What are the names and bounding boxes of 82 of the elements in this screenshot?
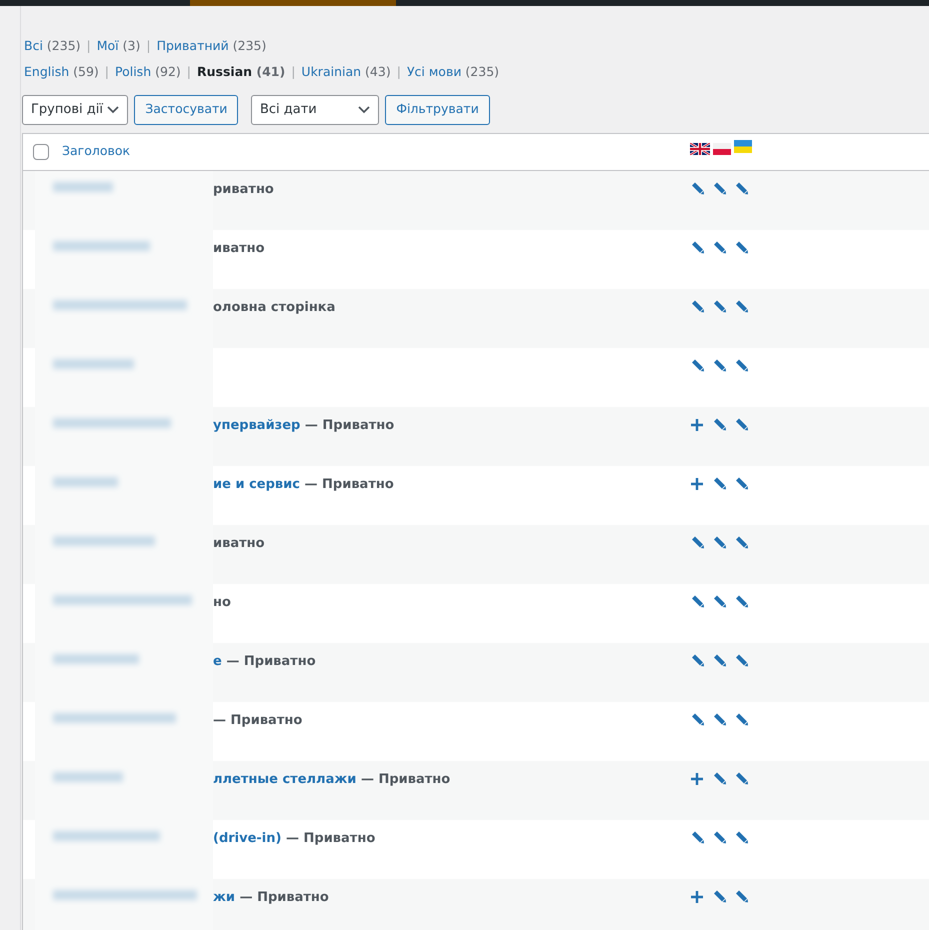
- add-translation-icon[interactable]: [690, 476, 704, 490]
- edit-translation-icon[interactable]: [690, 594, 704, 608]
- edit-translation-icon[interactable]: [712, 654, 726, 666]
- edit-translation-icon[interactable]: [734, 476, 748, 490]
- add-translation-icon[interactable]: [690, 772, 704, 784]
- post-state-text: — Приватно: [226, 654, 316, 668]
- post-state-text: иватно: [213, 536, 265, 550]
- edit-translation-icon[interactable]: [734, 182, 748, 194]
- edit-translation-icon[interactable]: [734, 772, 748, 784]
- edit-translation-icon[interactable]: [734, 536, 748, 548]
- edit-translation-icon[interactable]: [712, 418, 726, 430]
- edit-translation-icon[interactable]: [690, 240, 704, 254]
- edit-translation-icon[interactable]: [712, 476, 726, 490]
- filter-link[interactable]: Russian (41): [197, 62, 286, 82]
- add-translation-icon[interactable]: [690, 418, 704, 430]
- page-title-link[interactable]: жи: [213, 890, 236, 904]
- select-all-checkbox[interactable]: [33, 144, 49, 160]
- edit-translation-icon[interactable]: [712, 240, 726, 254]
- edit-translation-icon[interactable]: [712, 182, 726, 194]
- bulk-actions-select[interactable]: Групові дії: [22, 94, 128, 124]
- edit-translation-icon[interactable]: [734, 358, 748, 372]
- title-column-header[interactable]: Заголовок: [62, 143, 130, 158]
- edit-translation-icon[interactable]: [712, 594, 726, 608]
- page-title-link[interactable]: ллетные стеллажи: [213, 772, 356, 786]
- post-state-text: риватно: [213, 182, 274, 196]
- post-state-text: — Приватно: [286, 830, 376, 846]
- post-state-text: иватно: [213, 240, 265, 256]
- edit-translation-icon[interactable]: [690, 182, 704, 194]
- edit-translation-icon[interactable]: [712, 358, 726, 372]
- edit-translation-icon[interactable]: [734, 418, 748, 430]
- edit-translation-icon[interactable]: [712, 536, 726, 548]
- edit-translation-icon[interactable]: [734, 594, 748, 608]
- separator: |: [396, 62, 401, 81]
- filter-link[interactable]: Всі (235): [24, 37, 81, 56]
- edit-translation-icon[interactable]: [712, 300, 726, 312]
- separator: |: [186, 62, 191, 81]
- edit-translation-icon[interactable]: [690, 358, 704, 372]
- ukraine-flag-icon: [734, 140, 752, 153]
- chevron-down-icon: [107, 106, 119, 114]
- page-title-link[interactable]: ие и сервис: [213, 476, 300, 492]
- separator: |: [291, 62, 296, 81]
- add-translation-icon[interactable]: [690, 890, 704, 902]
- post-state-text: оловна сторінка: [213, 300, 336, 314]
- edit-translation-icon[interactable]: [734, 890, 748, 902]
- edit-translation-icon[interactable]: [690, 712, 704, 726]
- date-filter-select[interactable]: Всі дати: [250, 94, 379, 124]
- edit-translation-icon[interactable]: [712, 712, 726, 726]
- post-state-text: — Приватно: [304, 476, 394, 492]
- edit-translation-icon[interactable]: [712, 772, 726, 784]
- edit-translation-icon[interactable]: [734, 712, 748, 726]
- page-title-link[interactable]: е: [213, 654, 222, 668]
- filter-link[interactable]: Мої (3): [96, 37, 140, 56]
- filter-button[interactable]: Фільтрувати: [385, 94, 490, 124]
- separator: |: [104, 62, 109, 81]
- edit-translation-icon[interactable]: [734, 830, 748, 844]
- filter-link[interactable]: English (59): [24, 62, 99, 82]
- edit-translation-icon[interactable]: [712, 890, 726, 902]
- filter-link[interactable]: Ukrainian (43): [301, 62, 391, 82]
- post-state-text: — Приватно: [304, 418, 394, 432]
- filter-link[interactable]: Усі мови (235): [406, 62, 500, 82]
- poland-flag-icon: [713, 142, 731, 154]
- chevron-down-icon: [358, 106, 370, 114]
- post-state-text: — Приватно: [240, 890, 329, 904]
- edit-translation-icon[interactable]: [712, 830, 726, 844]
- page-title-link[interactable]: упервайзер: [213, 418, 300, 432]
- separator: |: [146, 37, 151, 55]
- post-state-text: — Приватно: [360, 772, 450, 786]
- page-title-link[interactable]: (drive-in): [213, 830, 282, 846]
- post-state-text: но: [213, 594, 231, 610]
- edit-translation-icon[interactable]: [690, 300, 704, 312]
- edit-translation-icon[interactable]: [734, 240, 748, 254]
- edit-translation-icon[interactable]: [690, 654, 704, 666]
- post-state-text: — Приватно: [213, 712, 302, 728]
- edit-translation-icon[interactable]: [734, 654, 748, 666]
- edit-translation-icon[interactable]: [690, 536, 704, 548]
- edit-translation-icon[interactable]: [734, 300, 748, 312]
- uk-flag-icon: [690, 142, 710, 154]
- separator: |: [86, 37, 91, 55]
- filter-link[interactable]: Приватний (235): [156, 37, 266, 56]
- filter-link[interactable]: Polish (92): [115, 62, 181, 82]
- edit-translation-icon[interactable]: [690, 830, 704, 844]
- apply-button[interactable]: Застосувати: [134, 94, 238, 124]
